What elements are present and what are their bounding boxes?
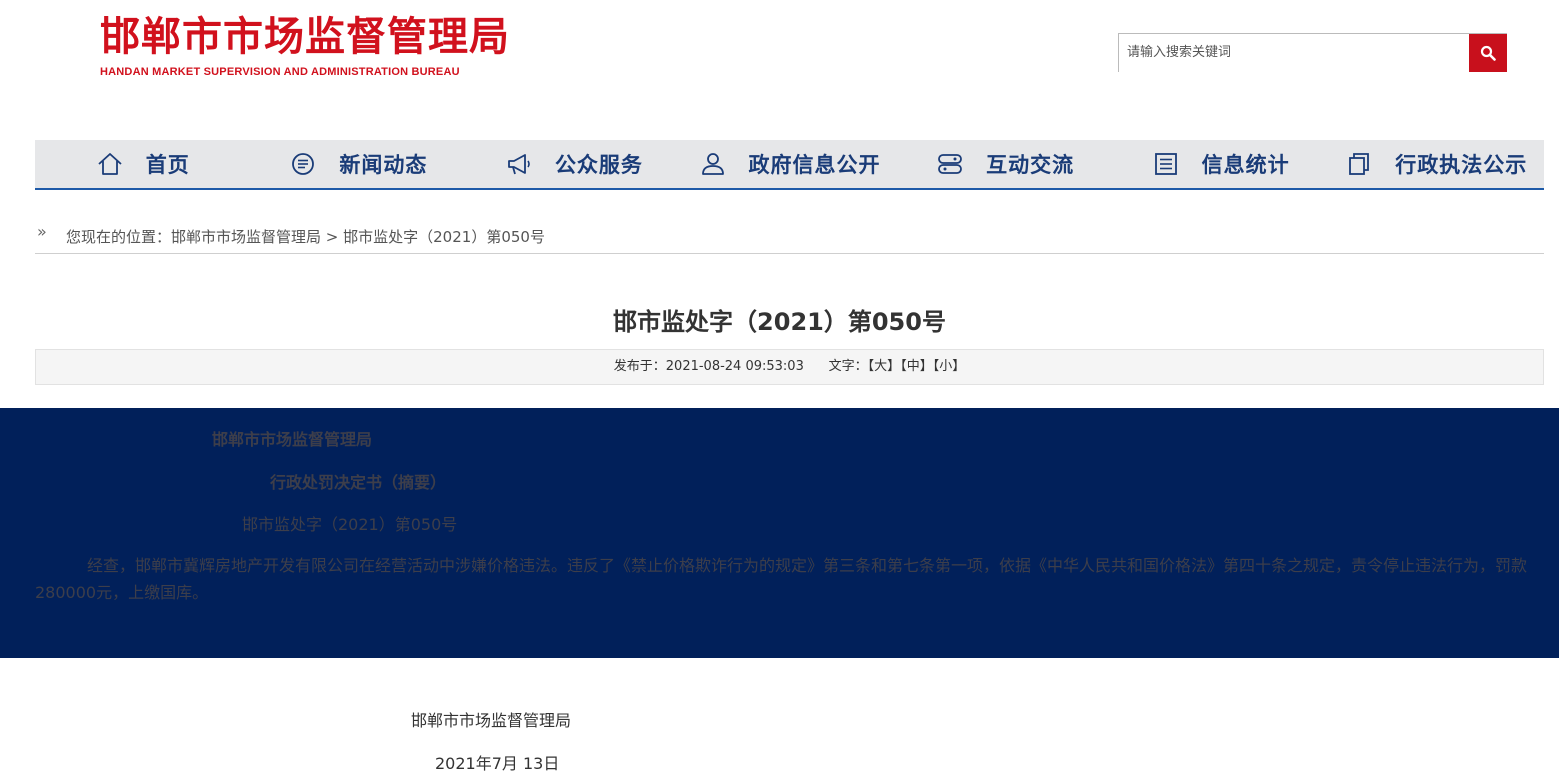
- nav-label: 行政执法公示: [1395, 153, 1528, 177]
- breadcrumb-separator: >: [321, 228, 344, 246]
- body-doc-number: 邯市监处字（2021）第050号: [242, 515, 458, 534]
- nav-item-law-enforcement[interactable]: 行政执法公示: [1328, 140, 1544, 188]
- body-doc-type: 行政处罚决定书（摘要）: [270, 473, 447, 492]
- body-agency: 邯郸市市场监督管理局: [212, 430, 373, 449]
- breadcrumb-current[interactable]: 邯市监处字（2021）第050号: [343, 228, 545, 246]
- signature-agency: 邯郸市市场监督管理局: [411, 711, 572, 730]
- nav-item-home[interactable]: 首页: [35, 140, 251, 188]
- body-content: 经查，邯郸市冀辉房地产开发有限公司在经营活动中涉嫌价格违法。违反了《禁止价格欺诈…: [35, 556, 1528, 602]
- news-icon: [292, 153, 315, 175]
- site-logo[interactable]: 邯郸市市场监督管理局 HANDAN MARKET SUPERVISION AND…: [100, 14, 510, 78]
- home-icon: [98, 153, 122, 175]
- breadcrumb-prefix: 您现在的位置：: [66, 228, 172, 246]
- breadcrumb-text: 您现在的位置：邯郸市市场监督管理局 > 邯市监处字（2021）第050号: [66, 226, 545, 247]
- logo-english-name: HANDAN MARKET SUPERVISION AND ADMINISTRA…: [100, 66, 460, 78]
- main-nav: 首页 新闻动态 公众服务 政府信息公开 互动交流 信息统计 行政执法公示: [35, 140, 1544, 190]
- nav-label: 信息统计: [1201, 153, 1290, 177]
- nav-item-public-service[interactable]: 公众服务: [466, 140, 682, 188]
- published-label: 发布于：: [613, 359, 666, 374]
- article-body-band: 邯郸市市场监督管理局 行政处罚决定书（摘要） 邯市监处字（2021）第050号 …: [0, 408, 1559, 658]
- font-size-label: 文字：: [828, 359, 868, 374]
- signature-date: 2021年7月 13日: [435, 754, 560, 773]
- published-date: 2021-08-24 09:53:03: [665, 359, 804, 374]
- logo-chinese-name: 邯郸市市场监督管理局: [100, 14, 510, 60]
- nav-label: 公众服务: [554, 153, 643, 177]
- search-box: [1118, 33, 1507, 72]
- double-chevron-icon: »: [37, 222, 47, 241]
- page-title: 邯市监处字（2021）第050号: [613, 308, 946, 336]
- nav-item-gov-info[interactable]: 政府信息公开: [682, 140, 898, 188]
- megaphone-icon: [508, 154, 530, 175]
- nav-item-statistics[interactable]: 信息统计: [1113, 140, 1329, 188]
- font-size-large-link[interactable]: 【大】: [868, 359, 901, 374]
- search-icon: [1480, 45, 1496, 61]
- nav-label: 政府信息公开: [748, 153, 881, 177]
- nav-item-interaction[interactable]: 互动交流: [897, 140, 1113, 188]
- copy-icon: [1349, 153, 1370, 175]
- nav-label: 互动交流: [986, 153, 1075, 177]
- interaction-icon: [938, 154, 962, 174]
- nav-label: 新闻动态: [339, 153, 428, 177]
- nav-item-news[interactable]: 新闻动态: [251, 140, 467, 188]
- list-icon: [1154, 153, 1177, 175]
- article-meta: 发布于：2021-08-24 09:53:03 文字：【大】【中】【小】: [35, 349, 1544, 385]
- breadcrumb: » 您现在的位置：邯郸市市场监督管理局 > 邯市监处字（2021）第050号: [35, 222, 1544, 254]
- user-icon: [701, 153, 724, 175]
- font-size-medium-link[interactable]: 【中】: [900, 359, 933, 374]
- breadcrumb-home-link[interactable]: 邯郸市市场监督管理局: [171, 228, 321, 246]
- search-button[interactable]: [1469, 34, 1507, 72]
- font-size-small-link[interactable]: 【小】: [933, 359, 966, 374]
- search-input[interactable]: [1127, 34, 1467, 70]
- nav-label: 首页: [145, 153, 190, 177]
